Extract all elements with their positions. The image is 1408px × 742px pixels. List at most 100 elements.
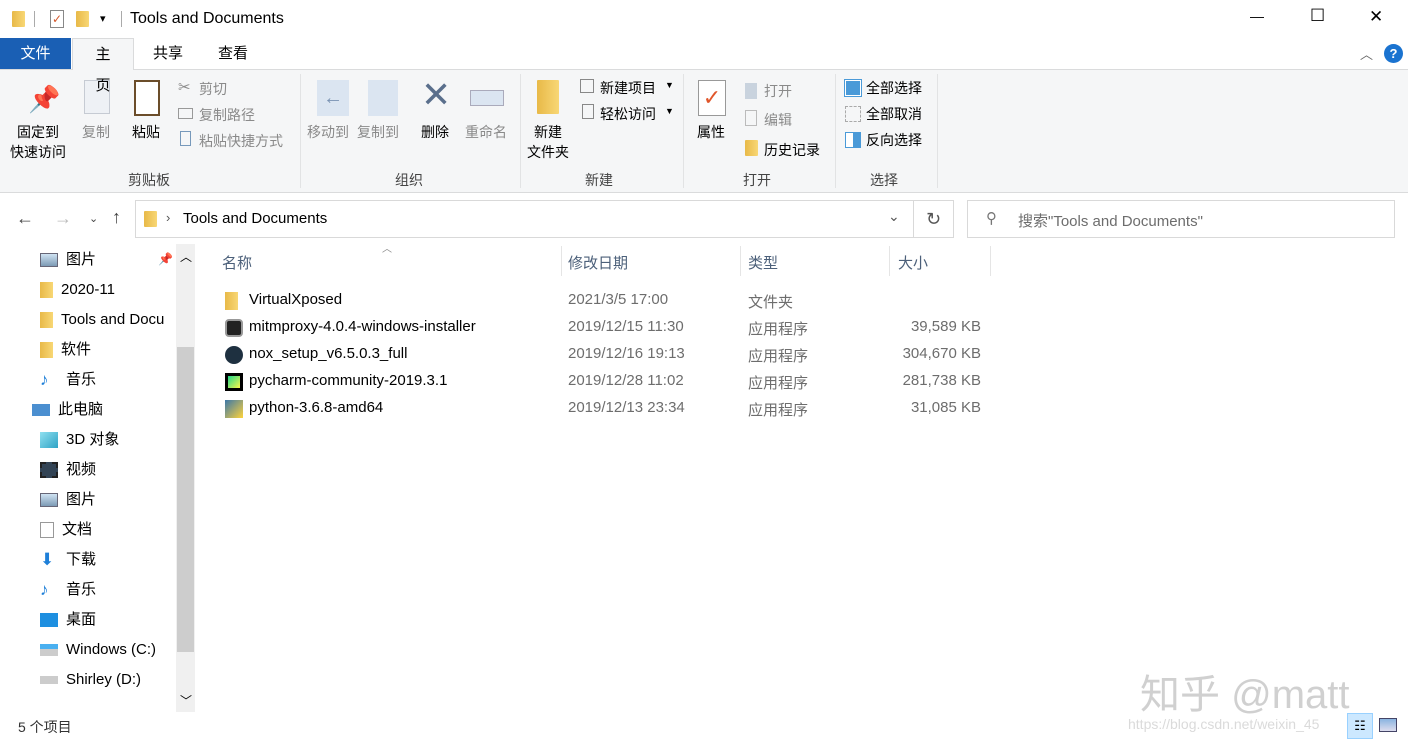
new-folder-quick-icon[interactable] [76, 11, 89, 27]
divider[interactable] [740, 246, 741, 276]
address-dropdown-icon[interactable]: ⌄ [888, 208, 900, 225]
nav-item-3d-objects[interactable]: 3D 对象 [40, 425, 119, 455]
nav-item-music[interactable]: ♪ 音乐 [40, 365, 96, 395]
file-row[interactable]: pycharm-community-2019.3.1 2019/12/28 11:… [222, 368, 992, 395]
nav-item-documents[interactable]: 文档 [40, 515, 92, 545]
scroll-thumb[interactable] [177, 347, 194, 652]
folder-icon [144, 211, 157, 227]
pinned-icon: 📌 [158, 252, 173, 266]
tab-file[interactable]: 文件 [0, 38, 71, 69]
status-item-count: 5 个项目 [18, 719, 72, 735]
invert-selection-button[interactable]: 反向选择 [866, 130, 922, 150]
scroll-down-button[interactable]: ﹀ [180, 692, 192, 709]
divider [835, 74, 836, 188]
properties-icon: ✓ [698, 80, 726, 116]
nav-item-music[interactable]: ♪ 音乐 [40, 575, 96, 605]
copy-to-button[interactable]: 复制到 [357, 122, 399, 142]
file-row[interactable]: VirtualXposed 2021/3/5 17:00 文件夹 [222, 287, 992, 314]
nav-item-label: 软件 [61, 341, 92, 358]
folder-icon [40, 282, 53, 298]
new-folder-button[interactable]: 新建 文件夹 [527, 122, 569, 162]
edit-button[interactable]: 编辑 [764, 110, 792, 130]
file-row[interactable]: nox_setup_v6.5.0.3_full 2019/12/16 19:13 应… [222, 341, 992, 368]
pin-to-quick-access-button[interactable]: 固定到 快速访问 [10, 122, 66, 162]
divider[interactable] [990, 246, 991, 276]
nav-item-this-pc[interactable]: 此电脑 [32, 395, 103, 425]
nav-item-drive-c[interactable]: Windows (C:) [40, 635, 156, 665]
file-date: 2019/12/28 11:02 [568, 372, 684, 389]
properties-quick-icon[interactable]: ✓ [50, 10, 64, 28]
delete-button[interactable]: 删除 [421, 122, 449, 142]
python-icon [225, 400, 243, 418]
tab-view[interactable]: 查看 [201, 38, 265, 69]
nav-item-pictures[interactable]: 图片 [40, 245, 96, 275]
divider[interactable] [889, 246, 890, 276]
edit-icon [745, 110, 757, 126]
search-input[interactable]: ⚲ 搜索"Tools and Documents" [967, 200, 1395, 238]
back-button[interactable]: ← [16, 208, 34, 229]
open-button[interactable]: 打开 [764, 81, 792, 101]
nav-item-folder[interactable]: Tools and Docu [40, 305, 164, 335]
collapse-ribbon-icon[interactable]: ︿ [1360, 44, 1373, 63]
select-all-button[interactable]: 全部选择 [866, 78, 922, 98]
nav-item-desktop[interactable]: 桌面 [40, 605, 96, 635]
nav-item-label: 2020-11 [61, 281, 115, 298]
copy-path-icon [178, 108, 193, 119]
nav-item-drive-d[interactable]: Shirley (D:) [40, 665, 141, 695]
folder-icon [40, 342, 53, 358]
divider[interactable] [561, 246, 562, 276]
column-header-size[interactable]: 大小 [898, 252, 928, 273]
tab-share[interactable]: 共享 [136, 38, 200, 69]
nav-item-folder[interactable]: 2020-11 [40, 275, 115, 305]
3d-objects-icon [40, 432, 58, 448]
copy-button[interactable]: 复制 [82, 122, 110, 142]
nav-item-folder[interactable]: 软件 [40, 335, 91, 365]
rename-icon [470, 90, 504, 106]
column-header-date[interactable]: 修改日期 [568, 252, 628, 273]
search-icon: ⚲ [986, 210, 997, 227]
customize-quick-access-icon[interactable]: ▾ [100, 12, 106, 25]
new-item-button[interactable]: 新建项目 [600, 78, 656, 98]
details-view-button[interactable]: ☷ [1347, 713, 1373, 739]
recent-locations-button[interactable]: ⌄ [89, 212, 98, 225]
address-bar[interactable]: › Tools and Documents ⌄ [135, 200, 914, 238]
nav-item-video[interactable]: 视频 [40, 455, 96, 485]
breadcrumb-current[interactable]: Tools and Documents [183, 210, 327, 227]
select-none-button[interactable]: 全部取消 [866, 104, 922, 124]
up-button[interactable]: ↑ [112, 207, 121, 228]
dropdown-arrow-icon[interactable]: ▼ [665, 80, 674, 90]
group-label-select: 选择 [870, 172, 898, 188]
close-button[interactable]: ✕ [1369, 7, 1383, 27]
scroll-up-button[interactable]: ︿ [180, 248, 192, 265]
move-to-button[interactable]: 移动到 [307, 122, 349, 142]
nav-item-pictures[interactable]: 图片 [40, 485, 96, 515]
label: 快速访问 [10, 144, 66, 160]
large-icons-view-button[interactable] [1379, 718, 1397, 732]
help-icon[interactable]: ? [1384, 44, 1403, 63]
divider [683, 74, 684, 188]
file-row[interactable]: mitmproxy-4.0.4-windows-installer 2019/12… [222, 314, 992, 341]
easy-access-icon [582, 104, 594, 119]
dropdown-arrow-icon[interactable]: ▼ [665, 106, 674, 116]
forward-button[interactable]: → [54, 208, 72, 229]
label: 文件夹 [527, 144, 569, 160]
maximize-button[interactable]: ☐ [1310, 6, 1325, 26]
paste-shortcut-button[interactable]: 粘贴快捷方式 [199, 131, 283, 151]
nav-scrollbar[interactable]: ︿ ﹀ [176, 244, 195, 712]
nav-item-downloads[interactable]: ⬇ 下载 [40, 545, 96, 575]
history-button[interactable]: 历史记录 [764, 140, 820, 160]
group-label-new: 新建 [585, 172, 613, 188]
file-row[interactable]: python-3.6.8-amd64 2019/12/13 23:34 应用程序 31… [222, 395, 992, 422]
easy-access-button[interactable]: 轻松访问 [600, 104, 656, 124]
column-header-type[interactable]: 类型 [748, 252, 778, 273]
cut-button[interactable]: 剪切 [199, 79, 227, 99]
properties-button[interactable]: 属性 [697, 122, 725, 142]
paste-button[interactable]: 粘贴 [132, 122, 160, 142]
rename-button[interactable]: 重命名 [465, 122, 507, 142]
column-header-name[interactable]: 名称 [222, 252, 252, 273]
tab-home[interactable]: 主页 [72, 38, 134, 94]
documents-icon [40, 522, 54, 538]
refresh-button[interactable]: ↻ [914, 200, 954, 238]
copy-path-button[interactable]: 复制路径 [199, 105, 255, 125]
minimize-button[interactable]: — [1250, 8, 1264, 24]
